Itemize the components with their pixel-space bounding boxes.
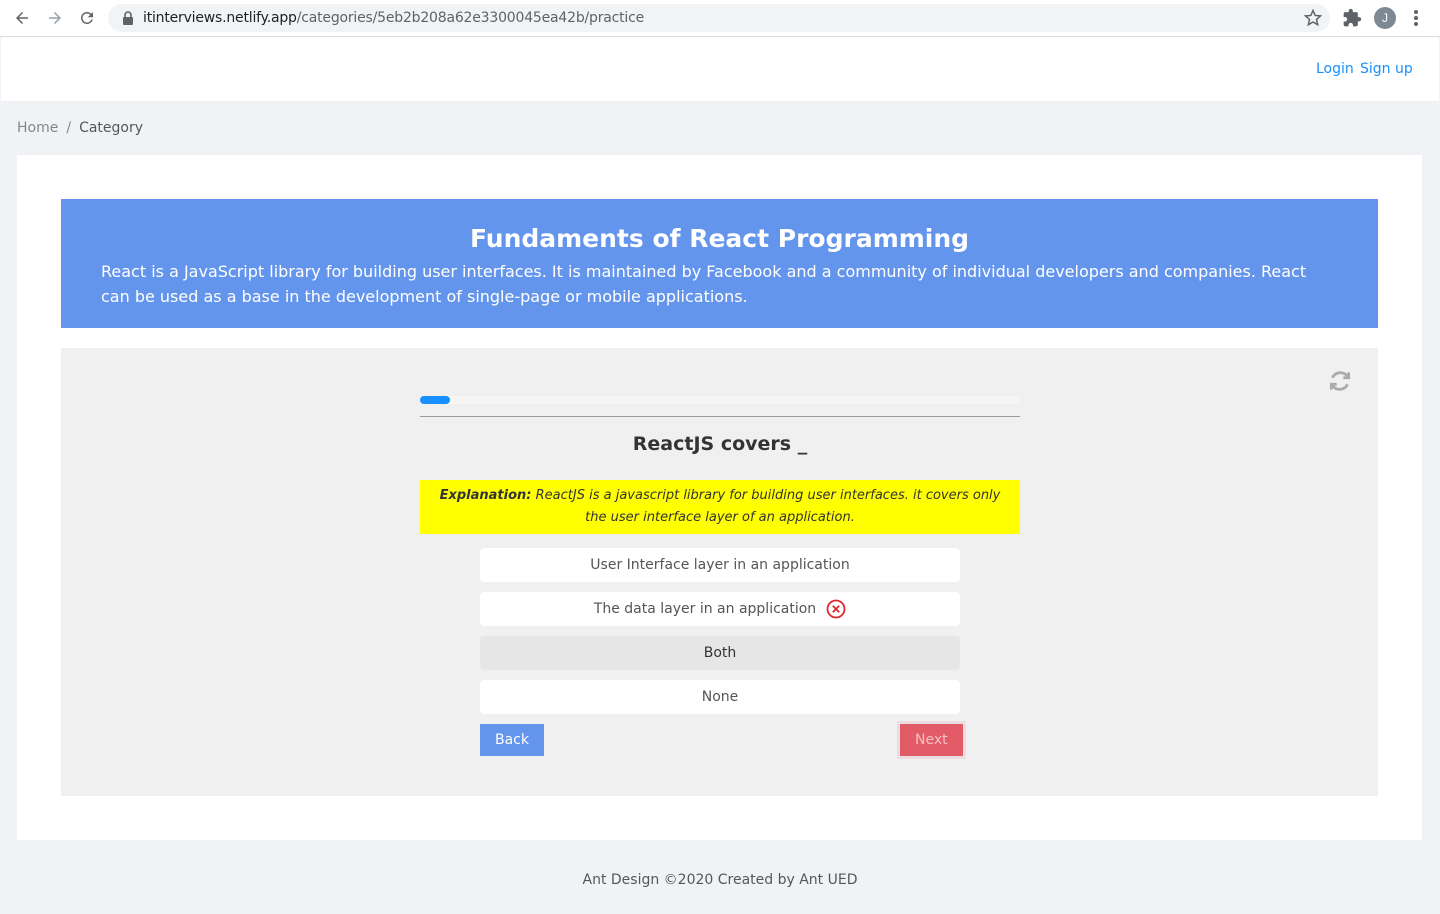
answer-option-label: User Interface layer in an application <box>590 557 850 573</box>
category-banner: Fundaments of React Programming React is… <box>61 199 1378 328</box>
extensions-puzzle-icon[interactable] <box>1342 8 1362 28</box>
bookmark-star-icon[interactable] <box>1304 9 1322 27</box>
explanation-text: ReactJS is a javascript library for buil… <box>535 488 1001 525</box>
progress-bar <box>420 396 1020 404</box>
question-text: ReactJS covers _ <box>632 433 808 455</box>
quiz-panel: ReactJS covers _ Explanation: ReactJS is… <box>61 348 1378 796</box>
forward-arrow-icon[interactable] <box>43 6 67 30</box>
lock-icon <box>123 11 133 25</box>
divider <box>420 416 1020 417</box>
answer-option-label: The data layer in an application <box>593 601 817 617</box>
category-title: Fundaments of React Programming <box>469 224 970 253</box>
app-header: Login Sign up <box>1 37 1439 101</box>
content-card: Fundaments of React Programming React is… <box>17 155 1422 840</box>
browser-toolbar: itinterviews.netlify.app/categories/5eb2… <box>0 0 1440 37</box>
back-arrow-icon[interactable] <box>10 6 34 30</box>
breadcrumb: Home / Category <box>17 120 143 136</box>
footer: Ant Design ©2020 Created by Ant UED <box>582 872 858 888</box>
address-bar[interactable]: itinterviews.netlify.app/categories/5eb2… <box>108 4 1330 32</box>
breadcrumb-home[interactable]: Home <box>17 120 58 136</box>
refresh-icon[interactable] <box>1327 368 1353 394</box>
breadcrumb-separator: / <box>66 120 72 136</box>
more-menu-icon[interactable] <box>1408 8 1424 28</box>
signup-link[interactable]: Sign up <box>1360 61 1413 77</box>
category-description: React is a JavaScript library for buildi… <box>101 262 1307 306</box>
answer-option-4[interactable]: None <box>480 680 960 714</box>
breadcrumb-current: Category <box>79 120 144 136</box>
explanation-box: Explanation: ReactJS is a javascript lib… <box>420 480 1020 534</box>
next-button[interactable]: Next <box>900 724 963 756</box>
answer-option-1[interactable]: User Interface layer in an application <box>480 548 960 582</box>
reload-icon[interactable] <box>75 6 99 30</box>
login-link[interactable]: Login <box>1316 61 1354 77</box>
url-text: itinterviews.netlify.app/categories/5eb2… <box>143 10 645 26</box>
answer-option-label: None <box>701 689 739 705</box>
answer-option-3[interactable]: Both <box>480 636 960 670</box>
profile-avatar[interactable]: J <box>1374 7 1396 29</box>
answer-option-label: Both <box>703 645 737 661</box>
explanation-label: Explanation: <box>439 488 532 503</box>
wrong-answer-icon <box>826 599 846 619</box>
progress-fill <box>420 396 450 404</box>
answer-option-2[interactable]: The data layer in an application <box>480 592 960 626</box>
back-button[interactable]: Back <box>480 724 544 756</box>
